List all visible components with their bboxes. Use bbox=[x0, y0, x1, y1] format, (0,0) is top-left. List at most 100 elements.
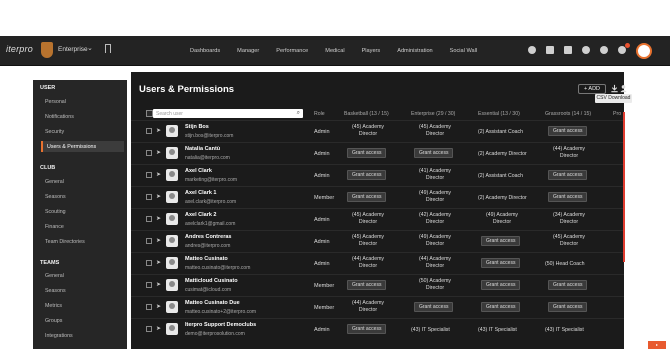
table-row[interactable]: ➤ Matteo Cusinato Due matteo.cusinato+2@it… bbox=[131, 296, 624, 318]
sidebar-item-club-general[interactable]: General bbox=[45, 179, 64, 185]
calendar-icon[interactable] bbox=[546, 46, 554, 54]
user-icon[interactable] bbox=[582, 46, 590, 54]
grant-access-button[interactable]: Grant access bbox=[548, 192, 588, 202]
sidebar-item-team-directories[interactable]: Team Directories bbox=[45, 239, 85, 245]
column-header-role[interactable]: Role bbox=[314, 111, 325, 117]
nav-medical[interactable]: Medical bbox=[325, 48, 344, 54]
permission-cell[interactable]: (45) Academy Director bbox=[344, 234, 392, 247]
send-invite-icon[interactable]: ➤ bbox=[156, 127, 161, 134]
send-invite-icon[interactable]: ➤ bbox=[156, 215, 161, 222]
permission-cell[interactable]: (44) Academy Director bbox=[545, 146, 593, 159]
sidebar-item-club-seasons[interactable]: Seasons bbox=[45, 194, 66, 200]
permission-cell[interactable]: (50) Academy Director bbox=[411, 278, 459, 291]
nav-performance[interactable]: Performance bbox=[276, 48, 308, 54]
permission-cell[interactable]: (43) IT Specialist bbox=[545, 327, 607, 334]
send-invite-icon[interactable]: ➤ bbox=[156, 303, 161, 310]
user-name[interactable]: Matteo Cusinato Due bbox=[185, 300, 240, 306]
permission-cell[interactable]: (34) Academy Director bbox=[545, 212, 593, 225]
grant-access-button[interactable]: Grant access bbox=[548, 280, 588, 290]
permission-cell[interactable]: (49) Academy Director bbox=[478, 212, 526, 225]
row-checkbox[interactable] bbox=[146, 238, 152, 244]
table-row[interactable]: ➤ Stijn Bos stijn.bos@iterpro.com Admin (45)… bbox=[131, 120, 624, 142]
user-name[interactable]: Andres Contreras bbox=[185, 234, 231, 240]
column-header-pro[interactable]: Pro bbox=[613, 111, 621, 117]
sidebar-item-metrics[interactable]: Metrics bbox=[45, 303, 62, 309]
grant-access-button[interactable]: Grant access bbox=[347, 148, 387, 158]
sidebar-item-teams-general[interactable]: General bbox=[45, 273, 64, 279]
send-invite-icon[interactable]: ➤ bbox=[156, 259, 161, 266]
column-header-essential[interactable]: Essential (13 / 30) bbox=[478, 111, 520, 117]
grant-access-button[interactable]: Grant access bbox=[481, 302, 521, 312]
send-invite-icon[interactable]: ➤ bbox=[156, 171, 161, 178]
permission-cell[interactable]: (2) Academy Director bbox=[478, 195, 540, 202]
permission-cell[interactable]: (42) Academy Director bbox=[411, 212, 459, 225]
user-name[interactable]: Axel Clark bbox=[185, 168, 212, 174]
chevron-down-icon[interactable]: ⌄ bbox=[87, 44, 93, 52]
user-name[interactable]: Matticloud Cusinato bbox=[185, 278, 238, 284]
row-checkbox[interactable] bbox=[146, 282, 152, 288]
permission-cell[interactable]: (44) Academy Director bbox=[344, 256, 392, 269]
permission-cell[interactable]: (43) IT Specialist bbox=[411, 327, 473, 334]
permission-cell[interactable]: (45) Academy Director bbox=[545, 234, 593, 247]
table-row[interactable]: ➤ Matteo Cusinato matteo.cusinato@iterpro.… bbox=[131, 252, 624, 274]
add-user-button[interactable]: + ADD bbox=[578, 84, 606, 94]
nav-dashboards[interactable]: Dashboards bbox=[190, 48, 220, 54]
table-row[interactable]: ➤ Matticloud Cusinato cusimat@icloud.com Me… bbox=[131, 274, 624, 296]
grant-access-button[interactable]: Grant access bbox=[548, 170, 588, 180]
grant-access-button[interactable]: Grant access bbox=[347, 192, 387, 202]
permission-cell[interactable]: (41) Academy Director bbox=[411, 168, 459, 181]
user-name[interactable]: Natalia Cantù bbox=[185, 146, 220, 152]
send-invite-icon[interactable]: ➤ bbox=[156, 193, 161, 200]
sidebar-item-scouting[interactable]: Scouting bbox=[45, 209, 66, 215]
permission-cell[interactable]: (45) Academy Director bbox=[411, 124, 459, 137]
grant-access-button[interactable]: Grant access bbox=[347, 170, 387, 180]
user-name[interactable]: Stijn Bos bbox=[185, 124, 209, 130]
sidebar-item-groups[interactable]: Groups bbox=[45, 318, 62, 324]
grant-access-button[interactable]: Grant access bbox=[548, 126, 588, 136]
grant-access-button[interactable]: Grant access bbox=[347, 280, 387, 290]
user-name[interactable]: Matteo Cusinato bbox=[185, 256, 228, 262]
person-icon[interactable] bbox=[619, 84, 628, 93]
download-icon[interactable] bbox=[610, 84, 619, 93]
table-row[interactable]: ➤ Iterpro Support Democlubs demo@iterproso… bbox=[131, 318, 624, 340]
help-icon[interactable] bbox=[528, 46, 536, 54]
sidebar-item-security[interactable]: Security bbox=[45, 129, 64, 135]
folder-icon[interactable] bbox=[564, 46, 572, 54]
permission-cell[interactable]: (44) Academy Director bbox=[411, 256, 459, 269]
chat-icon[interactable] bbox=[600, 46, 608, 54]
scroll-indicator[interactable] bbox=[623, 112, 625, 262]
send-invite-icon[interactable]: ➤ bbox=[156, 237, 161, 244]
permission-cell[interactable]: (50) Head Coach bbox=[545, 261, 607, 268]
user-name[interactable]: Axel Clark 1 bbox=[185, 190, 217, 196]
column-header-enterprise[interactable]: Enterprise (29 / 30) bbox=[411, 111, 455, 117]
org-selector[interactable]: Enterprise bbox=[58, 46, 88, 53]
user-name[interactable]: Axel Clark 2 bbox=[185, 212, 217, 218]
sidebar-item-personal[interactable]: Personal bbox=[45, 99, 66, 105]
nav-players[interactable]: Players bbox=[362, 48, 381, 54]
grant-access-button[interactable]: Grant access bbox=[347, 324, 387, 334]
permission-cell[interactable]: (2) Assistant Coach bbox=[478, 129, 540, 136]
grant-access-button[interactable]: Grant access bbox=[481, 258, 521, 268]
sidebar-item-teams-seasons[interactable]: Seasons bbox=[45, 288, 66, 294]
permission-cell[interactable]: (49) Academy Director bbox=[411, 234, 459, 247]
table-row[interactable]: ➤ Natalia Cantù natalia@iterpro.com Admin Gr… bbox=[131, 142, 624, 164]
grant-access-button[interactable]: Grant access bbox=[548, 302, 588, 312]
search-input[interactable]: Search user ⌕ bbox=[153, 109, 303, 118]
table-row[interactable]: ➤ Axel Clark 1 axel.clark@iterpro.com Membe… bbox=[131, 186, 624, 208]
row-checkbox[interactable] bbox=[146, 260, 152, 266]
row-checkbox[interactable] bbox=[146, 150, 152, 156]
grant-access-button[interactable]: Grant access bbox=[481, 280, 521, 290]
permission-cell[interactable]: (49) Academy Director bbox=[411, 190, 459, 203]
grant-access-button[interactable]: Grant access bbox=[414, 148, 454, 158]
row-checkbox[interactable] bbox=[146, 326, 152, 332]
sidebar-item-users-permissions[interactable]: Users & Permissions bbox=[41, 141, 124, 152]
user-name[interactable]: Iterpro Support Democlubs bbox=[185, 322, 256, 328]
row-checkbox[interactable] bbox=[146, 128, 152, 134]
select-all-checkbox[interactable] bbox=[146, 110, 153, 117]
bookmark-icon[interactable] bbox=[105, 44, 111, 53]
nav-manager[interactable]: Manager bbox=[237, 48, 259, 54]
app-logo[interactable]: iterpro bbox=[6, 44, 33, 54]
permission-cell[interactable]: (45) Academy Director bbox=[344, 124, 392, 137]
column-header-basketball[interactable]: Basketball (13 / 15) bbox=[344, 111, 389, 117]
permission-cell[interactable]: (2) Assistant Coach bbox=[478, 173, 540, 180]
